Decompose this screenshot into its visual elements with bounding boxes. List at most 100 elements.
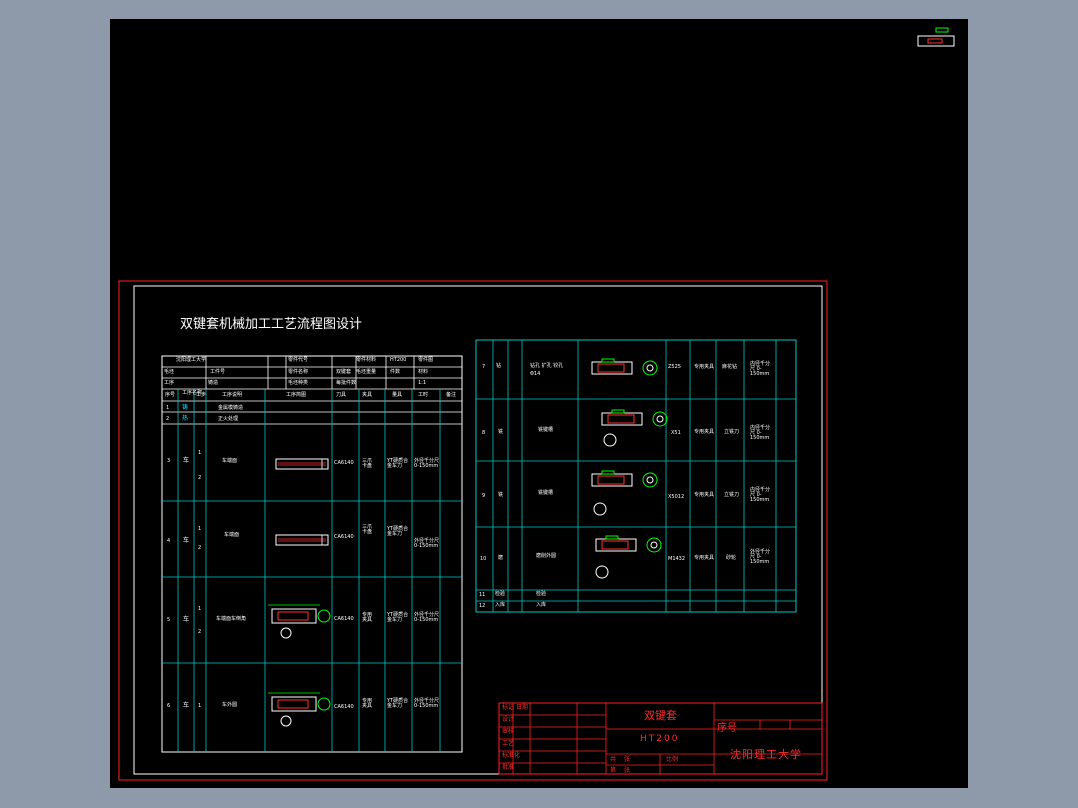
lt-row3-step1: 1 xyxy=(198,450,202,456)
rt-row11-no: 11 xyxy=(479,592,486,598)
lt-row6-measure: YT硬质合金车刀 xyxy=(387,698,409,709)
tb-left-label-2: 审核 xyxy=(502,728,515,735)
sketch-row4-shaft-body xyxy=(275,534,329,546)
tb-bottom-label-3: 张 xyxy=(624,767,631,774)
sketch-row10-keyed-end-view xyxy=(646,537,662,553)
rt-row8-op: 铣 xyxy=(498,429,504,435)
lt-drawing-label: 零件图 xyxy=(418,357,434,363)
lt-row5-no: 5 xyxy=(167,617,171,623)
rt-row11-desc: 检验 xyxy=(536,591,547,597)
rt-row9-time: 内径千分尺 0-150mm xyxy=(750,487,771,503)
lt-workno-label: 工件号 xyxy=(210,369,226,375)
lt-row1-op: 铸 xyxy=(182,404,189,411)
lt-process-label: 工序 xyxy=(164,380,175,386)
lt-material-label: 零件材料 xyxy=(356,357,377,363)
tb-part-name: 双键套 xyxy=(644,709,677,722)
tb-bottom-label-0: 共 xyxy=(610,756,617,763)
lt-col-measure: 量具 xyxy=(392,392,403,398)
tb-left-label-6: 日期 xyxy=(516,704,529,711)
sketch-row9-keyed-end-bore xyxy=(646,476,654,484)
sketch-row8-keyed-bore xyxy=(607,414,635,424)
lt-col-desc: 工序说明 xyxy=(222,392,243,398)
lt-partname-label: 零件名称 xyxy=(288,369,309,375)
tb-left-label-4: 标准化 xyxy=(502,752,521,759)
rt-row7-tool: Z525 xyxy=(668,364,681,370)
drawing-viewport[interactable]: 双键套机械加工工艺流程图设计 沈阳理工大学 零件代号 零件材料 HT200 零件… xyxy=(110,19,968,788)
lt-row3-time: 外径千分尺 0-150mm xyxy=(414,458,440,469)
lt-row4-measure: YT硬质合金车刀 xyxy=(387,526,409,537)
tb-bottom-label-4: 比例 xyxy=(666,756,679,763)
lt-row5-op: 车 xyxy=(183,616,190,623)
lt-row6-no: 6 xyxy=(167,703,171,709)
drawing-title: 双键套机械加工工艺流程图设计 xyxy=(180,317,363,332)
tb-left-label-3: 工艺 xyxy=(502,740,515,747)
tb-bottom-label-2: 第 xyxy=(610,767,617,774)
lt-blanktype-label: 毛坯种类 xyxy=(288,380,309,386)
sketch-row9-keyed-keyway xyxy=(601,470,615,475)
lt-col-fixture: 夹具 xyxy=(362,392,373,398)
lt-row3-op: 车 xyxy=(183,457,190,464)
lt-row3-tool: CA6140 xyxy=(334,460,354,466)
sketch-row5-bushing-section xyxy=(280,627,292,639)
lt-row3-desc: 车端面 xyxy=(222,458,238,464)
sketch-row9-keyed-end-view xyxy=(642,472,658,488)
lt-row2-no: 2 xyxy=(166,416,170,422)
thumbnail-part-body xyxy=(917,35,955,47)
rt-row12-desc: 入库 xyxy=(536,602,547,608)
lt-batch-label: 每批件数 xyxy=(336,380,357,386)
rt-row7-sub: Φ14 xyxy=(530,371,541,377)
lt-weight-label: 毛坯重量 xyxy=(356,369,377,375)
sketch-row8-keyed-end-bore xyxy=(656,415,664,423)
lt-blanktype-value: 铸造 xyxy=(208,380,219,386)
rt-row9-no: 9 xyxy=(482,493,486,499)
lt-col-note: 备注 xyxy=(446,392,457,398)
sketch-row8-keyed-keyway xyxy=(611,409,625,414)
sketch-row10-keyed-keyway xyxy=(605,535,619,540)
rt-row12-no: 12 xyxy=(479,603,486,609)
tb-sequence-label: 序号 xyxy=(717,723,737,734)
lt-row6-op: 车 xyxy=(183,702,190,709)
rt-row10-fixture: 专用夹具 xyxy=(694,555,715,561)
sketch-row7-keyed-end-view xyxy=(642,360,658,376)
lt-row6-tool: CA6140 xyxy=(334,704,354,710)
lt-col-step: 工步 xyxy=(196,392,207,398)
lt-col-no: 序号 xyxy=(165,392,176,398)
rt-row9-desc: 铣键槽 xyxy=(538,490,554,496)
lt-row3-measure: YT硬质合金车刀 xyxy=(387,458,409,469)
sketch-row7-keyed-bore xyxy=(597,363,625,373)
thumbnail-part-bore xyxy=(927,38,943,44)
rt-row10-tool: M1432 xyxy=(668,556,686,562)
inner-white-border xyxy=(133,285,823,775)
tb-bottom-label-1: 张 xyxy=(624,756,631,763)
tb-left-label-1: 设计 xyxy=(502,716,515,723)
sketch-row6-bushing-end-view xyxy=(317,697,331,711)
lt-row2-op: 热 xyxy=(182,415,189,422)
sketch-row6-bushing-bore xyxy=(277,699,309,709)
rt-row7-no: 7 xyxy=(482,364,486,370)
tb-left-label-0: 标记 xyxy=(502,704,515,711)
sketch-row9-section xyxy=(593,502,607,516)
rt-row7-op: 钻 xyxy=(496,363,502,369)
lt-count-label: 件数 xyxy=(390,369,401,375)
tb-school: 沈阳理工大学 xyxy=(730,748,802,761)
lt-row4-step2: 2 xyxy=(198,545,202,551)
rt-row12-op: 入库 xyxy=(495,602,506,608)
rt-row9-op: 铣 xyxy=(498,492,504,498)
sketch-row5-bushing-end-view xyxy=(317,609,331,623)
rt-row9-fixture: 专用夹具 xyxy=(694,492,715,498)
sketch-row9-keyed-bore xyxy=(597,475,625,485)
sketch-row7-keyed-keyway xyxy=(601,358,615,363)
lt-row4-desc: 车端面 xyxy=(224,532,240,538)
lt-row1-no: 1 xyxy=(166,405,170,411)
lt-partname-value: 双键套 xyxy=(336,369,352,375)
lt-row4-op: 车 xyxy=(183,537,190,544)
lt-row1-desc: 金属模铸造 xyxy=(218,405,244,411)
rt-row8-time: 内径千分尺 0-150mm xyxy=(750,425,771,441)
sketch-row8-section xyxy=(603,433,617,447)
rt-row9-tool: X5012 xyxy=(668,494,685,500)
lt-row5-step1: 1 xyxy=(198,606,202,612)
rt-row10-no: 10 xyxy=(480,556,487,562)
lt-row4-fixture: 三爪卡盘 xyxy=(362,524,373,535)
lt-material-value: HT200 xyxy=(390,357,407,363)
sketch-row3-shaft-body xyxy=(275,458,329,470)
